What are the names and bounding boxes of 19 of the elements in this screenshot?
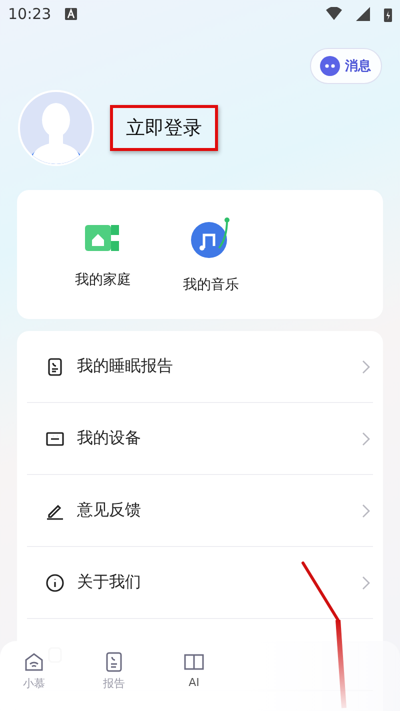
wifi-icon <box>326 7 342 21</box>
signal-icon <box>356 7 370 21</box>
menu-item[interactable]: 我的睡眠报告 <box>45 356 173 377</box>
chat-icon <box>319 55 341 77</box>
report-icon <box>45 356 65 376</box>
menu-item[interactable]: 关于我们 <box>45 572 141 593</box>
battery-icon <box>384 6 392 22</box>
message-button[interactable]: 消息 <box>310 48 382 84</box>
shortcut-button[interactable]: 我的家庭 <box>75 220 131 288</box>
shortcut-button[interactable]: 我的音乐 <box>183 216 239 294</box>
info-icon <box>45 572 65 592</box>
status-time: 10:23 <box>8 5 52 23</box>
avatar[interactable] <box>18 90 94 166</box>
notification-icon <box>65 8 78 20</box>
menu-item[interactable]: 我的设备 <box>45 428 141 449</box>
login-link[interactable]: 立即登录 <box>126 117 202 139</box>
menu-item[interactable]: 意见反馈 <box>45 500 141 521</box>
home-icon <box>23 651 45 673</box>
nav-tab[interactable]: AI <box>172 651 216 689</box>
